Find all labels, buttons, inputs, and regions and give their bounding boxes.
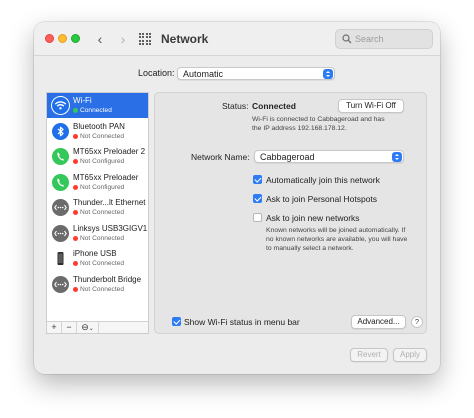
status-dot-icon [73, 286, 78, 292]
search-field[interactable] [335, 29, 433, 49]
service-status-text: Not Configured [80, 158, 125, 165]
phone-icon [52, 173, 69, 191]
personal-hotspots-checkbox[interactable] [253, 194, 262, 203]
close-button[interactable] [45, 34, 54, 43]
window-title: Network [161, 32, 209, 46]
service-status-text: Connected [80, 107, 112, 114]
service-status: Not Configured [73, 184, 124, 191]
actions-icon: ⊖ [81, 322, 89, 332]
remove-service-button[interactable]: − [62, 322, 77, 333]
service-item[interactable]: Thunderbolt Bridge Not Connected [47, 272, 148, 297]
service-status-text: Not Connected [80, 209, 124, 216]
wifi-detail-panel: Status: Connected Turn Wi-Fi Off Wi-Fi i… [154, 92, 427, 334]
service-item[interactable]: Bluetooth PAN Not Connected [47, 119, 148, 144]
revert-button[interactable]: Revert [350, 348, 388, 362]
service-name: Wi-Fi [73, 96, 92, 105]
new-networks-checkbox[interactable] [253, 213, 262, 222]
service-item[interactable]: MT65xx Preloader Not Configured [47, 170, 148, 195]
service-list: Wi-Fi Connected Bluetooth PAN Not Connected… [46, 92, 149, 334]
search-icon [342, 34, 352, 44]
turn-wifi-off-button[interactable]: Turn Wi-Fi Off [338, 99, 404, 113]
network-name-label: Network Name: [191, 152, 250, 162]
auto-join-checkbox[interactable] [253, 175, 262, 184]
service-list-toolbar: + − ⊖⌄ [47, 321, 148, 333]
phone-icon [52, 148, 69, 165]
service-item[interactable]: Thunder...lt Ethernet Not Connected [47, 195, 148, 220]
service-status: Connected [73, 107, 112, 114]
auto-join-label: Automatically join this network [266, 175, 380, 185]
zoom-button[interactable] [71, 34, 80, 43]
add-service-button[interactable]: + [47, 322, 62, 333]
location-label: Location: [138, 68, 175, 78]
forward-chevron-icon[interactable]: › [115, 30, 131, 48]
status-description-line-2: the IP address 192.168.178.12. [252, 125, 347, 132]
ethernet-icon [52, 199, 69, 216]
search-input[interactable] [355, 32, 429, 46]
service-name: Linksys USB3GIGV1 [73, 223, 148, 233]
service-actions-menu[interactable]: ⊖⌄ [77, 322, 99, 333]
service-name: MT65xx Preloader 2 [73, 147, 146, 156]
service-status: Not Connected [73, 133, 124, 140]
status-dot-icon [73, 235, 78, 241]
service-name: Thunderbolt Bridge [73, 274, 142, 284]
back-chevron-icon[interactable]: ‹ [92, 30, 108, 48]
service-status: Not Connected [73, 286, 124, 293]
status-description-line-1: Wi-Fi is connected to Cabbageroad and ha… [252, 116, 385, 123]
status-dot-icon [73, 184, 78, 190]
help-button[interactable]: ? [411, 316, 423, 328]
status-value: Connected [252, 101, 296, 111]
status-dot-icon [73, 210, 78, 215]
service-item[interactable]: Linksys USB3GIGV1 Not Connected [47, 221, 148, 246]
location-popup[interactable]: Automatic [177, 67, 335, 80]
service-status: Not Connected [73, 260, 124, 267]
personal-hotspots-label: Ask to join Personal Hotspots [266, 194, 378, 204]
status-label: Status: [222, 101, 249, 111]
popup-arrows-icon [323, 69, 333, 79]
status-dot-icon [73, 133, 78, 139]
service-status-text: Not Configured [80, 183, 125, 191]
network-preferences-window: ‹ › Network Location: Automatic Wi-Fi Con… [34, 22, 440, 374]
service-name: Bluetooth PAN [73, 121, 125, 131]
ethernet-icon [52, 224, 69, 242]
service-status: Not Connected [73, 209, 124, 216]
service-status-text: Not Connected [80, 260, 124, 267]
service-name: iPhone USB [73, 249, 117, 258]
new-networks-note-line-2: no known networks are available, you wil… [266, 236, 408, 243]
show-in-menu-bar-checkbox[interactable] [172, 317, 181, 326]
wifi-icon [52, 97, 69, 114]
minimize-button[interactable] [58, 34, 67, 43]
service-item[interactable]: MT65xx Preloader 2 Not Configured [47, 144, 148, 169]
network-name-value: Cabbageroad [260, 152, 315, 162]
title-bar: ‹ › Network [34, 22, 440, 56]
new-networks-label: Ask to join new networks [266, 213, 360, 223]
service-name: MT65xx Preloader [73, 172, 139, 182]
status-dot-icon [73, 108, 78, 113]
iphone-icon [52, 250, 69, 267]
ethernet-icon [52, 275, 69, 293]
apply-button[interactable]: Apply [393, 348, 427, 362]
show-all-grid-icon[interactable] [139, 33, 151, 45]
service-status: Not Connected [73, 235, 124, 242]
new-networks-note-line-1: Known networks will be joined automatica… [266, 227, 406, 234]
location-value: Automatic [183, 69, 224, 79]
status-dot-icon [73, 159, 78, 164]
service-status-text: Not Connected [80, 234, 124, 242]
show-in-menu-bar-label: Show Wi-Fi status in menu bar [184, 317, 300, 327]
service-status-text: Not Connected [80, 132, 124, 140]
new-networks-note-line-3: to manually select a network. [266, 245, 354, 252]
advanced-button[interactable]: Advanced... [351, 315, 406, 329]
bluetooth-icon [52, 122, 69, 140]
status-dot-icon [73, 261, 78, 266]
service-status: Not Configured [73, 158, 124, 165]
service-item[interactable]: iPhone USB Not Connected [47, 246, 148, 271]
chevron-down-icon: ⌄ [88, 326, 94, 332]
network-name-popup[interactable]: Cabbageroad [254, 150, 404, 163]
service-name: Thunder...lt Ethernet [73, 198, 146, 207]
service-item[interactable]: Wi-Fi Connected [47, 93, 148, 118]
popup-arrows-icon [392, 152, 402, 162]
service-status-text: Not Connected [80, 285, 124, 293]
